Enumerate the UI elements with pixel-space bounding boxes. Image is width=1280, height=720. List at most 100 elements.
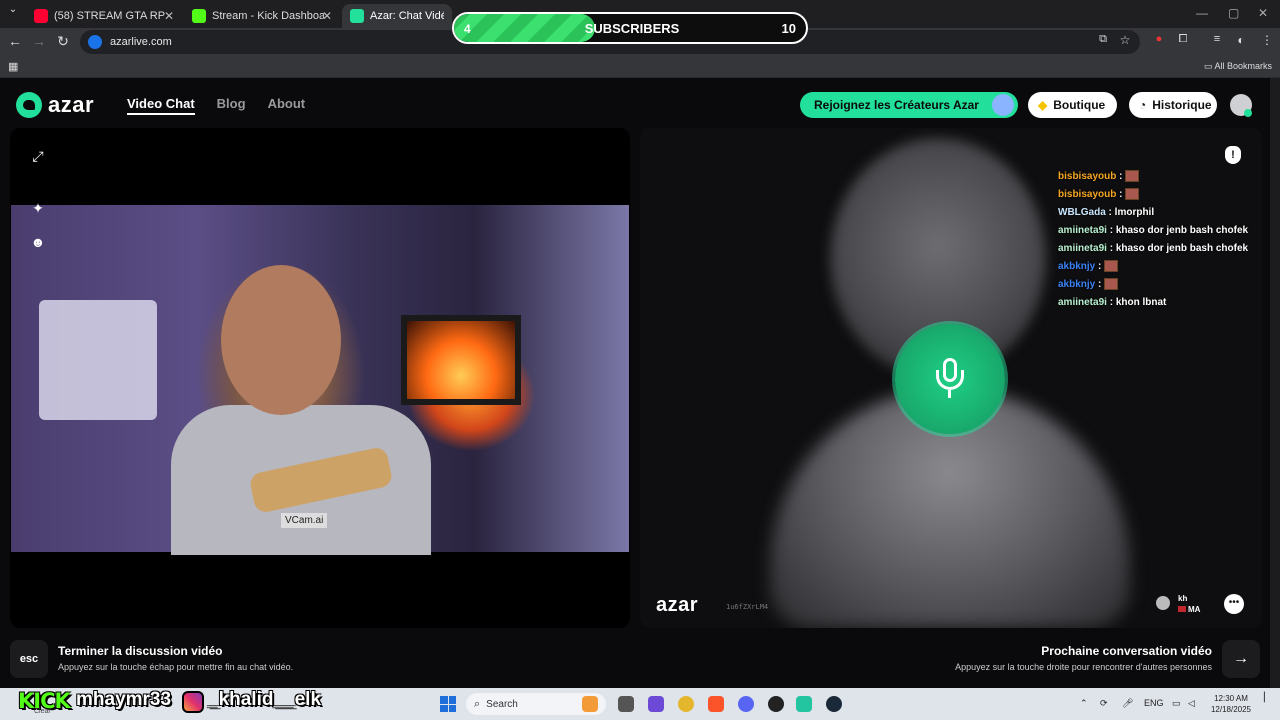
- site-info-icon[interactable]: [88, 35, 102, 49]
- tray-chevron-icon[interactable]: ⌃: [1080, 698, 1088, 709]
- chat-username: WBLGada: [1058, 207, 1106, 218]
- next-chat-arrow-button[interactable]: →: [1222, 640, 1260, 678]
- end-chat-esc-button[interactable]: esc: [10, 640, 48, 678]
- mic-tray-icon[interactable]: 🎤︎: [1122, 698, 1133, 709]
- kick-favicon-icon: [192, 9, 206, 23]
- tab-azar[interactable]: Azar: Chat Vidéo, Renconti: [342, 4, 452, 28]
- instagram-username: _khalid__elk: [208, 689, 322, 710]
- chat-separator: :: [1105, 207, 1115, 218]
- tab-search-icon[interactable]: ⌄: [4, 4, 22, 15]
- chat-separator: :: [1106, 297, 1116, 308]
- chat-bubble-icon[interactable]: •••: [1224, 594, 1244, 614]
- game-app-icon[interactable]: [582, 696, 598, 712]
- obs-icon[interactable]: [768, 696, 784, 712]
- volume-icon[interactable]: ◁: [1188, 698, 1195, 709]
- session-id: 1u6fZXrLM4: [726, 603, 769, 611]
- peer-avatar-icon: [1156, 596, 1170, 610]
- apps-grid-icon[interactable]: ▦: [8, 60, 18, 73]
- report-shield-icon[interactable]: !: [1225, 146, 1241, 164]
- forward-icon[interactable]: →: [30, 33, 48, 49]
- page-scrollbar[interactable]: [1270, 78, 1280, 688]
- close-icon[interactable]: ✕: [164, 9, 174, 23]
- network-icon[interactable]: ▭: [1172, 698, 1181, 709]
- face-filter-icon[interactable]: ☻: [30, 234, 46, 250]
- chat-message: khaso dor jenb bash chofek: [1115, 243, 1249, 254]
- folder-icon: ▭: [1204, 61, 1215, 71]
- sync-icon[interactable]: ⟳: [1100, 698, 1108, 709]
- next-chat-subtitle: Appuyez sur la touche droite pour rencon…: [955, 662, 1212, 672]
- nav-video-chat[interactable]: Video Chat: [127, 96, 195, 115]
- weather-text[interactable]: Clear: [34, 708, 51, 715]
- menu-icon[interactable]: ⋮: [1258, 33, 1276, 47]
- all-bookmarks-label: All Bookmarks: [1214, 61, 1273, 71]
- microphone-button[interactable]: [895, 324, 1005, 434]
- all-bookmarks-button[interactable]: ▭ All Bookmarks: [1204, 61, 1272, 72]
- tab-kick-dashboard[interactable]: Stream - Kick Dashboard ✕: [184, 4, 340, 28]
- azar-logo[interactable]: azar: [16, 92, 94, 118]
- chat-separator: :: [1116, 189, 1126, 200]
- close-icon[interactable]: ✕: [322, 9, 332, 23]
- azar-page: azar Video Chat Blog About Rejoignez les…: [0, 78, 1270, 688]
- chat-emote-icon: [1104, 278, 1119, 291]
- maximize-icon[interactable]: ▢: [1228, 6, 1239, 20]
- chrome-icon[interactable]: [678, 696, 694, 712]
- fireplace-tv: [401, 315, 521, 405]
- close-window-icon[interactable]: ✕: [1258, 6, 1268, 20]
- effects-sparkle-icon[interactable]: ✦: [30, 200, 46, 216]
- instagram-icon: [182, 691, 204, 713]
- reload-icon[interactable]: ↻: [54, 33, 72, 50]
- framed-jersey: [39, 300, 157, 420]
- end-chat-title: Terminer la discussion vidéo: [58, 644, 223, 658]
- tab-youtube[interactable]: (58) STREAM GTA RP MAROC / ✕: [26, 4, 182, 28]
- youtube-favicon-icon: [34, 9, 48, 23]
- end-chat-subtitle: Appuyez sur la touche échap pour mettre …: [58, 662, 294, 672]
- discord-icon[interactable]: [738, 696, 754, 712]
- chat-line: amiineta9i : khaso dor jenb bash chofek: [1058, 240, 1258, 258]
- install-app-icon[interactable]: ⧉: [1094, 33, 1112, 46]
- chat-separator: :: [1106, 225, 1116, 236]
- search-icon: ⌕: [474, 697, 481, 710]
- kick-username: mhaymr33: [76, 689, 172, 710]
- history-label: Historique: [1152, 98, 1212, 112]
- shop-button[interactable]: ◆ Boutique: [1028, 92, 1117, 118]
- brave-icon[interactable]: [708, 696, 724, 712]
- chat-emote-icon: [1125, 170, 1140, 183]
- peer-country: MA: [1178, 605, 1200, 614]
- windows-start-icon[interactable]: [440, 696, 456, 712]
- chat-line: akbknjy :: [1058, 276, 1258, 294]
- nav-blog[interactable]: Blog: [217, 96, 246, 115]
- file-explorer-icon[interactable]: [618, 696, 634, 712]
- chat-separator: :: [1095, 261, 1105, 272]
- peer-info[interactable]: kh MA: [1156, 594, 1204, 616]
- chat-username: akbknjy: [1058, 279, 1096, 290]
- profile-icon[interactable]: ◐: [1232, 33, 1250, 47]
- creators-badge-icon: [992, 94, 1014, 116]
- notification-icon[interactable]: ▏: [1264, 692, 1271, 703]
- extension-icon[interactable]: ●: [1150, 33, 1168, 45]
- chat-username: amiineta9i: [1058, 297, 1107, 308]
- history-button[interactable]: ◔ Historique: [1129, 92, 1217, 118]
- chat-username: amiineta9i: [1058, 243, 1107, 254]
- bookmark-star-icon[interactable]: ☆: [1116, 33, 1134, 47]
- chat-app-icon[interactable]: [648, 696, 664, 712]
- chat-line: bisbisayoub :: [1058, 168, 1258, 186]
- peer-name: kh: [1178, 594, 1188, 603]
- windows-taskbar: KICK mhaymr33 _khalid__elk Clear ⌕ Searc…: [0, 688, 1280, 720]
- minimize-icon[interactable]: —: [1196, 6, 1208, 20]
- azar-app-icon[interactable]: [796, 696, 812, 712]
- steam-icon[interactable]: [826, 696, 842, 712]
- reading-list-icon[interactable]: ≡: [1208, 33, 1226, 45]
- extensions-puzzle-icon[interactable]: ⧠: [1174, 33, 1192, 46]
- join-creators-button[interactable]: Rejoignez les Créateurs Azar: [800, 92, 1018, 118]
- back-icon[interactable]: ←: [6, 33, 24, 49]
- next-chat-title: Prochaine conversation vidéo: [1041, 644, 1212, 658]
- join-creators-label: Rejoignez les Créateurs Azar: [814, 98, 979, 112]
- diamond-icon: ◆: [1038, 98, 1048, 112]
- chat-username: bisbisayoub: [1058, 189, 1117, 200]
- chat-message: khaso dor jenb bash chofek: [1115, 225, 1249, 236]
- nav-about[interactable]: About: [268, 96, 306, 115]
- expand-icon[interactable]: ⤢: [30, 148, 46, 164]
- person-head: [221, 265, 341, 415]
- language-indicator[interactable]: ENG: [1144, 698, 1164, 708]
- taskbar-clock[interactable]: 12:30 AM 12/18/2025: [1206, 693, 1256, 715]
